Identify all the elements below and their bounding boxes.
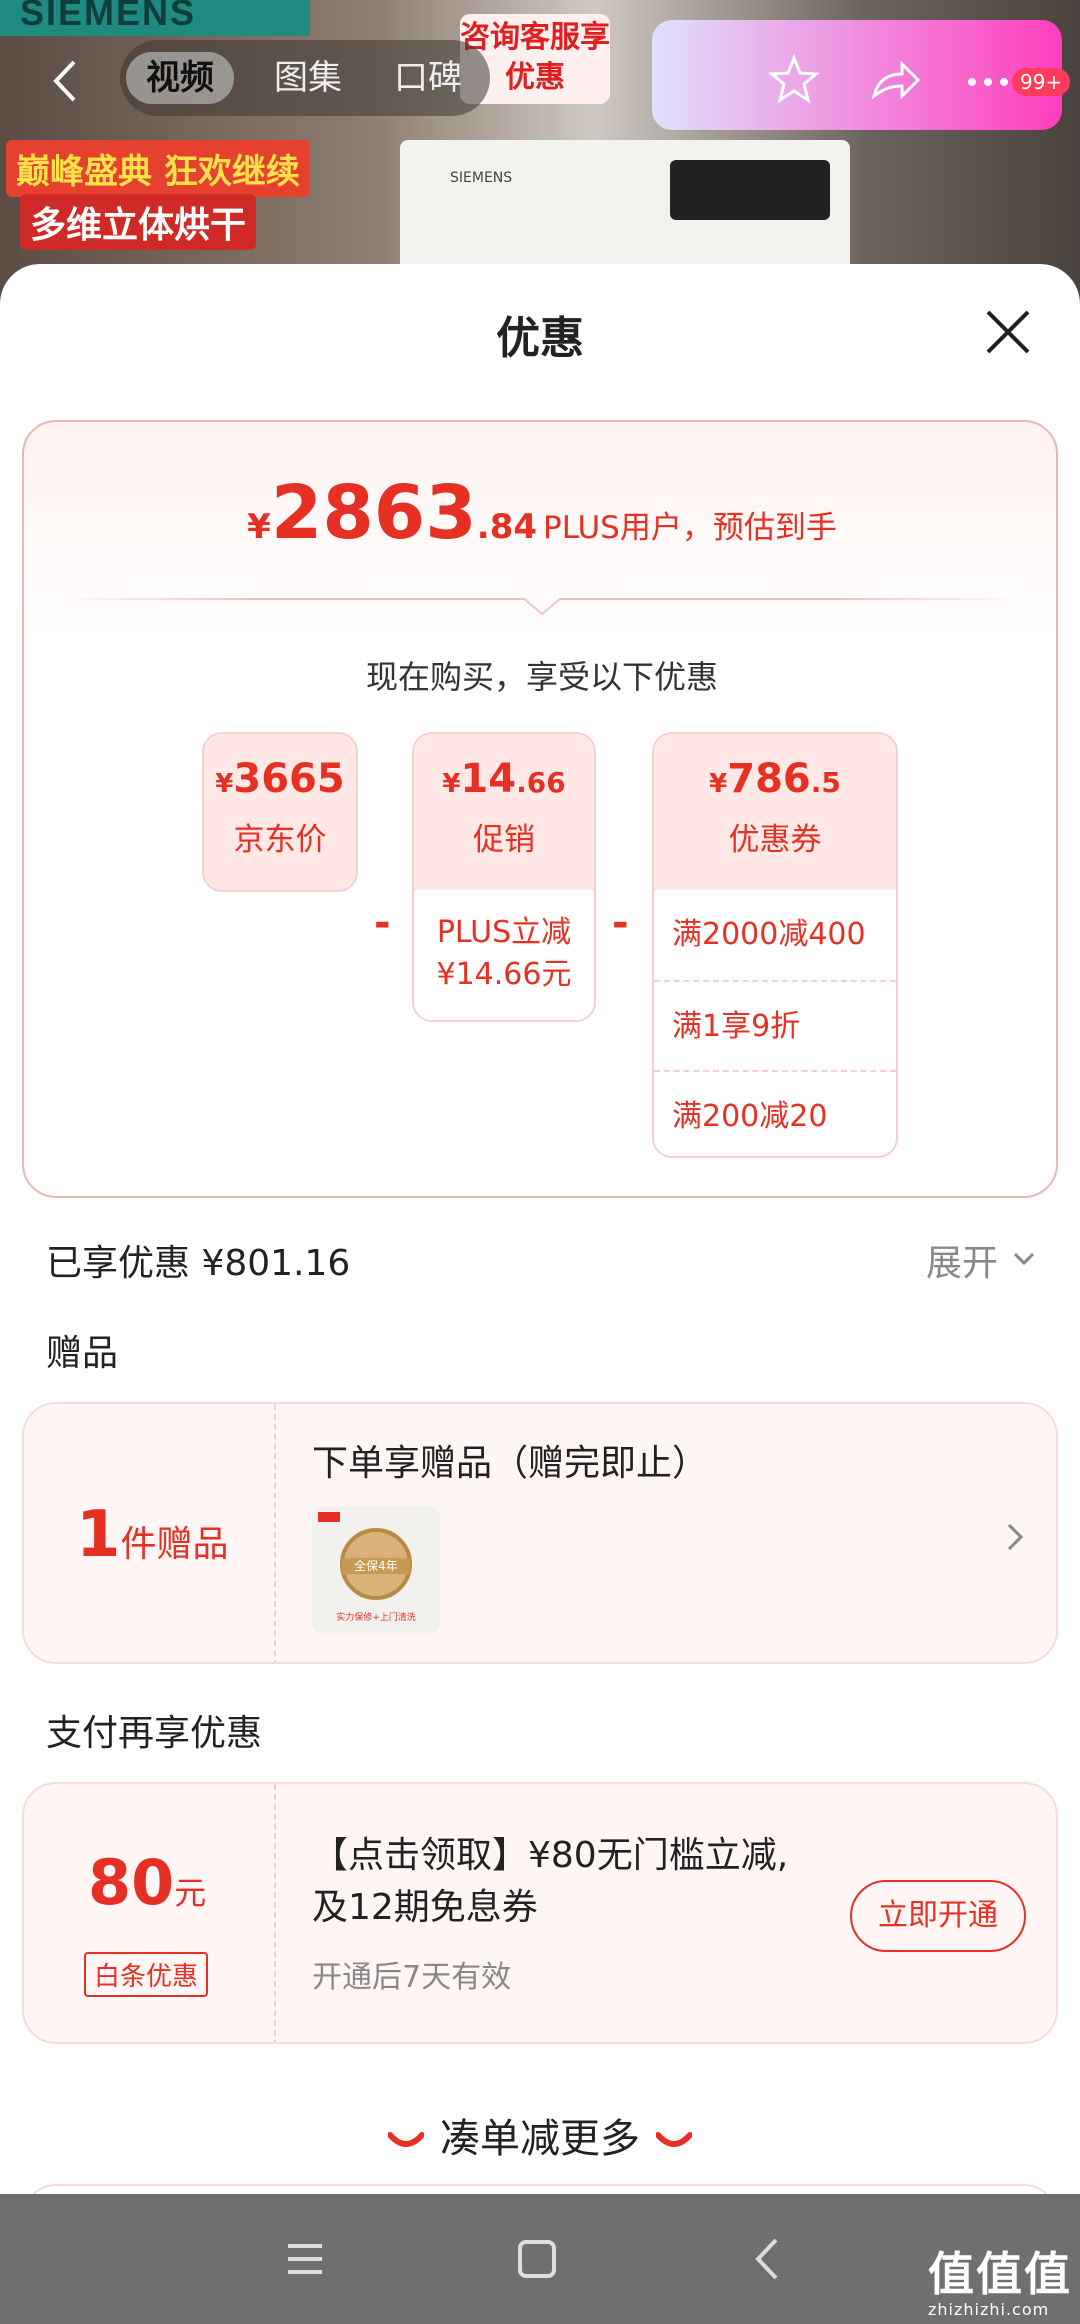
saved-amount: 已享优惠 ¥801.16: [46, 1243, 351, 1284]
promo-amount: 14: [460, 756, 517, 802]
jd-price-box: ¥3665 京东价: [202, 732, 358, 892]
share-icon[interactable]: [866, 52, 922, 108]
minus-sign: -: [374, 900, 391, 946]
gift-thumbnail[interactable]: 全保4年 实力保修+上门清洗: [312, 1506, 440, 1634]
smile-left-icon: [388, 2132, 424, 2147]
promo-detail-line1: PLUS立减: [436, 915, 572, 950]
watermark-url: zhizhizhi.com: [928, 2300, 1050, 2319]
chevron-right-icon[interactable]: [1006, 1522, 1024, 1552]
sheet-title: 优惠: [496, 313, 584, 364]
final-price-currency: ¥: [247, 507, 271, 547]
media-tabs: 视频 图集 口碑: [120, 40, 490, 116]
promo-line-1: 巅峰盛典 狂欢继续: [6, 140, 310, 197]
promo-decimal: .66: [516, 766, 566, 799]
promo-detail-line2: ¥14.66元: [436, 957, 572, 992]
warranty-seal-icon: 全保4年 实力保修+上门清洗: [318, 1512, 416, 1623]
warranty-seal-caption: 实力保修+上门清洗: [336, 1611, 416, 1623]
promo-line-2: 多维立体烘干: [20, 194, 257, 250]
final-price-decimal: .84: [476, 507, 538, 547]
back-icon[interactable]: [46, 56, 86, 106]
payment-offer-card: 80元 白条优惠 【点击领取】¥80无门槛立减,及12期免息券 开通后7天有效 …: [22, 1782, 1058, 2044]
final-price-integer: 2863: [270, 470, 477, 556]
watermark: 值值值 zhizhizhi.com: [928, 2238, 1072, 2319]
menu-icon[interactable]: [280, 2234, 330, 2284]
minus-sign: -: [612, 900, 629, 946]
coupon-currency: ¥: [709, 769, 728, 799]
tab-video[interactable]: 视频: [126, 52, 234, 104]
divider-notch-icon: [523, 597, 561, 616]
tab-gallery[interactable]: 图集: [254, 52, 362, 104]
washer-brand: SIEMENS: [450, 170, 513, 186]
jd-price-currency: ¥: [215, 769, 234, 799]
coupon-item[interactable]: 满200减20: [654, 1070, 896, 1156]
more-icon[interactable]: [960, 52, 1016, 108]
system-nav-bar: [0, 2194, 1080, 2324]
washer-panel: [670, 160, 830, 220]
tab-reviews[interactable]: 口碑: [374, 52, 482, 104]
home-icon[interactable]: [512, 2234, 562, 2284]
top-nav: 视频 图集 口碑 99+: [0, 34, 1080, 124]
smile-right-icon: [656, 2132, 692, 2147]
final-price-note: PLUS用户，预估到手: [543, 510, 837, 546]
gift-count: 1: [76, 1498, 121, 1572]
activate-button[interactable]: 立即开通: [850, 1880, 1026, 1952]
coupon-item[interactable]: 满1享9折: [654, 980, 896, 1070]
coupon-box: ¥786.5 优惠券 满2000减400 满1享9折 满200减20: [652, 732, 898, 1158]
coupon-item[interactable]: 满2000减400: [654, 890, 896, 980]
coupon-label: 优惠券: [728, 822, 822, 858]
buy-now-text: 现在购买，享受以下优惠: [365, 658, 718, 696]
warranty-seal-text: 全保4年: [354, 1558, 398, 1573]
jd-price-amount: 3665: [233, 756, 345, 802]
gift-section-title: 赠品: [46, 1333, 119, 1374]
promo-currency: ¥: [442, 769, 461, 799]
brand-banner: SIEMENS: [0, 0, 310, 36]
pay-section-title: 支付再享优惠: [46, 1713, 263, 1754]
payment-offer-title: 【点击领取】¥80无门槛立减,及12期免息券: [312, 1835, 789, 1928]
payment-unit: 元: [174, 1874, 207, 1912]
gift-title: 下单享赠品（赠完即止）: [312, 1443, 709, 1484]
promo-banner: 巅峰盛典 狂欢继续 多维立体烘干: [0, 120, 380, 280]
discount-sheet: 优惠 ¥2863.84 PLUS用户，预估到手 现在购买，享受以下优惠 ¥3665…: [0, 264, 1080, 2224]
favorite-star-icon[interactable]: [766, 52, 822, 108]
gift-card[interactable]: 1件赠品 下单享赠品（赠完即止） 全保4年 实力保修+上门清洗: [22, 1402, 1058, 1664]
gift-count-panel: 1件赠品: [24, 1404, 276, 1662]
expand-button[interactable]: 展开: [926, 1234, 998, 1286]
close-icon[interactable]: [980, 304, 1036, 360]
cart-count-badge: 99+: [1012, 68, 1071, 96]
price-breakdown-card: ¥2863.84 PLUS用户，预估到手 现在购买，享受以下优惠 ¥3665 京东…: [22, 420, 1058, 1198]
gift-count-unit: 件赠品: [120, 1524, 229, 1565]
final-price: ¥2863.84 PLUS用户，预估到手: [24, 470, 1060, 556]
back-nav-icon[interactable]: [744, 2234, 794, 2284]
payment-amount-panel: 80元 白条优惠: [24, 1784, 276, 2042]
coupon-decimal: .5: [810, 766, 841, 799]
payment-amount: 80: [88, 1846, 175, 1919]
watermark-logo: 值值值: [928, 2247, 1072, 2301]
jd-price-label: 京东价: [233, 822, 327, 858]
payment-offer-subtitle: 开通后7天有效: [312, 1960, 512, 1995]
payment-tag: 白条优惠: [84, 1952, 209, 1997]
chevron-down-icon[interactable]: [1012, 1250, 1036, 1268]
promo-label: 促销: [473, 822, 535, 858]
more-discounts-text: 凑单减更多: [440, 2116, 640, 2162]
more-discounts-row[interactable]: 凑单减更多: [0, 2106, 1080, 2164]
coupon-amount: 786: [727, 756, 811, 802]
promo-box: ¥14.66 促销 PLUS立减 ¥14.66元: [412, 732, 596, 1022]
